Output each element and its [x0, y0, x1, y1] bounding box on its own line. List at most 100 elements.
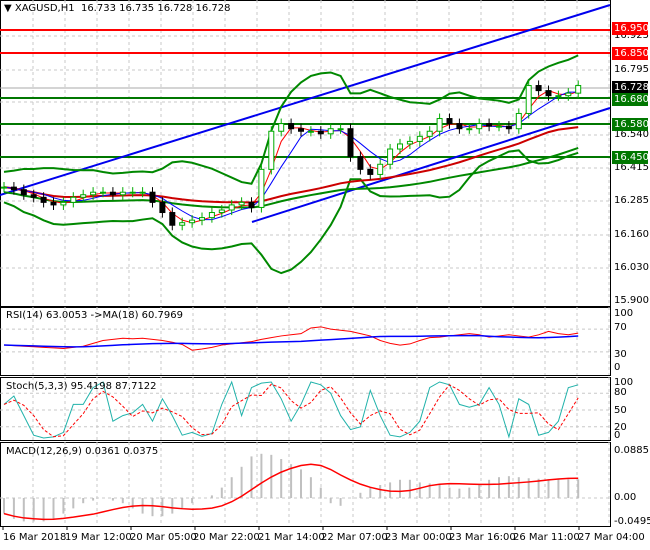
candle-body	[406, 140, 413, 145]
time-label: 26 Mar 11:00	[513, 532, 580, 543]
candle-body	[238, 201, 245, 206]
candle-body	[545, 90, 552, 97]
channel-lower-line	[251, 107, 611, 223]
candle-body	[565, 92, 572, 97]
candle-body	[199, 217, 205, 221]
candle-body	[129, 191, 136, 194]
candle-body	[268, 130, 275, 170]
candle-body	[525, 85, 532, 114]
low-value: 16.728	[157, 3, 193, 14]
time-label: 20 Mar 05:00	[130, 532, 197, 543]
candle-body	[347, 128, 354, 158]
rsi-tick: 100	[614, 308, 634, 319]
dropdown-arrow-icon[interactable]: ▼	[4, 3, 12, 14]
candle-body	[189, 219, 196, 224]
resistance-label: 16.950	[612, 22, 649, 35]
candle-body	[307, 130, 314, 133]
candle-body	[258, 168, 265, 208]
time-label: 20 Mar 22:00	[193, 532, 260, 543]
macd-tick: 0.0885	[614, 445, 649, 456]
candle-body	[436, 118, 443, 132]
candle-body	[80, 194, 87, 198]
candle-body	[416, 135, 423, 142]
time-label: 23 Mar 16:00	[449, 532, 516, 543]
candle-body	[486, 123, 493, 127]
bollinger-lower-line	[3, 149, 579, 275]
candle-body	[278, 123, 285, 132]
resistance-label: 16.850	[612, 47, 649, 60]
candle-body	[50, 201, 57, 206]
macd-label: MACD(12,26,9) 0.0361 0.0375	[6, 446, 159, 457]
candle-body	[535, 85, 542, 92]
candle-body	[208, 212, 215, 219]
candle-body	[377, 163, 384, 175]
candle-body	[426, 130, 433, 137]
stoch-tick: 0	[614, 430, 621, 441]
candle-body	[90, 191, 97, 196]
rsi-tick: 0	[614, 362, 621, 373]
time-label: 19 Mar 12:00	[65, 532, 132, 543]
candle-body	[317, 130, 324, 135]
rsi-tick: 70	[614, 322, 627, 333]
time-label: 27 Mar 04:00	[578, 532, 645, 543]
candle-body	[119, 191, 126, 196]
candle-body	[70, 196, 77, 203]
candle-body	[446, 118, 453, 125]
candle-body	[288, 123, 295, 130]
open-value: 16.733	[80, 3, 116, 14]
candle-body	[228, 204, 235, 211]
candle-body	[387, 148, 394, 165]
chart-title: ▼ XAGUSD,H1 16.733 16.735 16.728 16.728	[4, 3, 231, 14]
panel-frame	[0, 0, 611, 307]
candle-body	[40, 196, 47, 203]
time-label: 16 Mar 2018	[3, 532, 67, 543]
high-value: 16.735	[119, 3, 155, 14]
candle-body	[515, 112, 522, 130]
candle-body	[10, 186, 17, 191]
candle-body	[456, 123, 463, 130]
rsi-label: RSI(14) 63.0053 ->MA(18) 60.7969	[6, 310, 183, 321]
candle-body	[149, 191, 156, 203]
candle-body	[337, 128, 344, 131]
close-value: 16.728	[195, 3, 231, 14]
support-label: 16.680	[612, 93, 649, 106]
macd-tick: -0.0495	[614, 516, 650, 527]
candle-body	[218, 209, 225, 214]
rsi-ma-line	[3, 334, 579, 348]
price-tick: 15.900	[614, 295, 649, 306]
candle-body	[60, 201, 67, 206]
candle-body	[575, 85, 582, 94]
candle-body	[397, 143, 403, 150]
candle-body	[327, 128, 334, 135]
candle-body	[496, 125, 502, 128]
candle-body	[555, 95, 562, 98]
candle-body	[357, 156, 364, 170]
time-label: 22 Mar 07:00	[321, 532, 388, 543]
candle-body	[139, 191, 146, 194]
time-label: 23 Mar 00:00	[385, 532, 452, 543]
macd-tick: 0.00	[614, 492, 637, 503]
candle-body	[179, 222, 186, 226]
candle-body	[1, 186, 7, 189]
stoch-tick: 50	[614, 405, 627, 416]
chart-canvas[interactable]	[0, 0, 650, 550]
candle-body	[20, 189, 27, 196]
candle-body	[109, 191, 116, 196]
symbol-label: XAGUSD,H1	[14, 3, 75, 14]
time-label: 21 Mar 14:00	[258, 532, 325, 543]
support-label: 16.450	[612, 151, 649, 164]
candle-body	[169, 212, 176, 226]
candle-body	[30, 194, 37, 198]
price-tick: 16.030	[614, 262, 649, 273]
price-tick: 16.285	[614, 195, 649, 206]
price-tick: 16.795	[614, 64, 649, 75]
candle-body	[298, 128, 304, 132]
candle-body	[367, 168, 374, 175]
ma-slow-red-line	[3, 126, 579, 204]
candle-body	[505, 125, 512, 130]
candle-body	[466, 128, 473, 131]
candle-body	[248, 201, 255, 208]
candle-body	[476, 123, 483, 130]
stoch-tick: 80	[614, 387, 627, 398]
price-tick: 16.160	[614, 229, 649, 240]
